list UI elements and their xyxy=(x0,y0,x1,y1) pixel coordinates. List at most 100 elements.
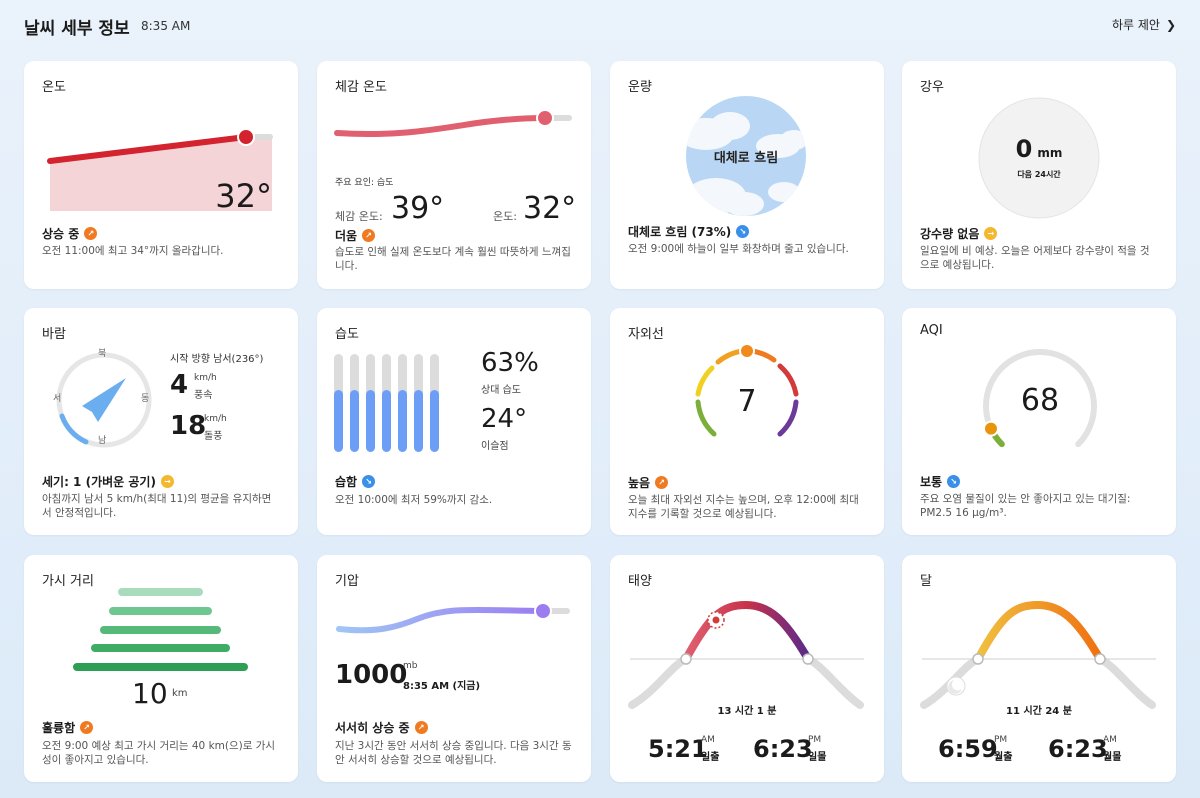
wind-desc: 아침까지 남서 5 km/h(최대 11)의 평균을 유지하면서 안정적입니다. xyxy=(42,493,272,519)
sunset-label: 일몰 xyxy=(808,752,827,763)
moonset-dot xyxy=(1094,653,1106,665)
sunrise-label: 일출 xyxy=(701,752,720,763)
pressure-status: 서서히 상승 중 ↗ xyxy=(335,719,428,736)
trend-up-icon: ↗ xyxy=(80,721,94,734)
moon-arc-graph xyxy=(920,600,1156,709)
visibility-bars xyxy=(73,588,248,671)
pressure-card[interactable]: 기압 1000 mb 8:35 AM (지금) 서서히 상승 중 ↗ 지난 3시간… xyxy=(317,555,591,782)
status-label: 높음 xyxy=(628,476,651,490)
pressure-value: 1000 xyxy=(335,660,408,690)
chevron-right-icon: ❯ xyxy=(1165,18,1176,32)
card-title: 바람 xyxy=(42,327,66,342)
pressure-current-dot xyxy=(534,602,552,620)
sunrise-time: 5:21 xyxy=(648,735,708,763)
trend-down-icon: ↘ xyxy=(947,475,961,488)
cloud-desc: 오전 9:00에 하늘이 일부 화창하며 줄고 있습니다. xyxy=(628,243,849,255)
uv-value: 7 xyxy=(737,384,757,419)
header: 날씨 세부 정보 8:35 AM 하루 제안 ❯ xyxy=(24,14,1176,40)
actual-temp-value: 32° xyxy=(523,191,577,226)
visibility-value: 10 xyxy=(132,677,168,710)
uv-status: 높음 ↗ xyxy=(628,474,669,491)
sun-day-curve xyxy=(682,600,812,663)
compass-south: 남 xyxy=(98,436,107,446)
rain-card[interactable]: 강우 0 mm 다음 24시간 강수량 없음 → 일요일에 비 예상. 오늘은 어… xyxy=(902,61,1176,289)
sunrise-ampm: AM xyxy=(701,735,715,745)
feels-like-current-dot xyxy=(536,109,554,127)
sunrise-dot xyxy=(680,653,692,665)
status-label: 습함 xyxy=(335,475,358,489)
moonset-ampm: AM xyxy=(1103,735,1117,745)
visibility-desc: 오전 9:00 예상 최고 가시 거리는 40 km(으)로 가시성이 좋아지고… xyxy=(42,740,276,766)
visibility-unit: km xyxy=(172,688,188,699)
main-factor: 주요 요인: 습도 xyxy=(335,178,394,188)
uv-desc: 오늘 최대 자외선 지수는 높으며, 오후 12:00에 최대 지수를 기록할 … xyxy=(628,494,859,520)
wind-speed: 4 xyxy=(170,370,189,400)
daily-suggestion-link[interactable]: 하루 제안 ❯ xyxy=(1112,16,1176,33)
trend-up-icon: ↗ xyxy=(414,721,428,734)
feels-like-card[interactable]: 체감 온도 주요 요인: 습도 체감 온도: 39° 온도: 32° 더움 ↗ 습… xyxy=(317,61,591,289)
sun-arc-graph xyxy=(628,600,864,709)
trend-up-icon: ↗ xyxy=(362,229,376,242)
temperature-card[interactable]: 온도 32° 상승 중 ↗ 오전 11:00에 최고 34°까지 올라갑니다. xyxy=(24,61,298,289)
trend-flat-icon: → xyxy=(984,227,998,240)
relative-humidity: 63% xyxy=(481,348,539,378)
dew-point-label: 이슬점 xyxy=(481,441,509,452)
compass-west: 서 xyxy=(53,394,62,404)
compass-north: 북 xyxy=(98,349,107,359)
trend-up-icon: ↗ xyxy=(655,476,669,489)
sun-card[interactable]: 태양 13 시간 1 분 5:21 AM 일출 6:23 PM 일몰 xyxy=(610,555,884,782)
wind-gust: 18 xyxy=(170,411,207,441)
wind-arc xyxy=(59,413,89,445)
status-label: 세기: 1 (가벼운 공기) xyxy=(42,475,156,489)
rain-amount-group: 0 mm xyxy=(978,135,1100,163)
relative-humidity-label: 상대 습도 xyxy=(481,385,521,396)
pressure-time: 8:35 AM (지금) xyxy=(403,681,481,692)
moonrise-ampm: PM xyxy=(994,735,1008,745)
wind-card[interactable]: 바람 북 동 남 서 시작 방향 남서(236°) 4 km/h 풍속 18 k… xyxy=(24,308,298,535)
daily-suggestion-label: 하루 제안 xyxy=(1111,18,1160,32)
status-label: 훌륭함 xyxy=(42,721,76,735)
card-title: 운량 xyxy=(628,80,652,95)
wind-direction: 시작 방향 남서(236°) xyxy=(170,354,264,365)
pressure-desc: 지난 3시간 동안 서서히 상승 중입니다. 다음 3시간 동안 서서히 상승할… xyxy=(335,740,572,766)
aqi-card[interactable]: AQI 68 보통 ↘ 주요 오염 물질이 있는 안 좋아지고 있는 대기질: P… xyxy=(902,308,1176,535)
feels-like-line xyxy=(334,115,548,138)
feels-value: 39° xyxy=(391,191,445,226)
wind-gust-unit: km/h xyxy=(204,414,227,424)
aqi-current-dot xyxy=(982,420,999,437)
status-label: 서서히 상승 중 xyxy=(335,721,410,735)
moonrise-label: 월출 xyxy=(994,752,1013,763)
status-label: 상승 중 xyxy=(42,227,80,241)
wind-speed-label: 풍속 xyxy=(194,390,213,401)
visibility-card[interactable]: 가시 거리 10 km 훌륭함 ↗ 오전 9:00 예상 최고 가시 거리는 40… xyxy=(24,555,298,782)
temperature-current-dot xyxy=(237,128,255,146)
moonrise-time: 6:59 xyxy=(938,735,998,763)
humidity-card[interactable]: 습도 63% 상대 습도 24° 이슬점 습함 ↘ 오전 10:00에 최저 59… xyxy=(317,308,591,535)
cloud-cover-card[interactable]: 운량 대체로 흐림 대체로 흐림 (73%) ↘ 오전 9:00에 하늘이 일부 … xyxy=(610,61,884,289)
card-title: 자외선 xyxy=(628,327,664,342)
aqi-value: 68 xyxy=(1020,383,1060,418)
compass-east: 동 xyxy=(141,394,150,404)
card-title: 강우 xyxy=(920,80,944,95)
cloud-center-text: 대체로 흐림 xyxy=(713,151,779,166)
uv-card[interactable]: 자외선 7 높음 ↗ 오늘 최대 자외선 지수는 높으며, 오후 12:00에 최… xyxy=(610,308,884,535)
sunset-time: 6:23 xyxy=(753,735,813,763)
wind-speed-unit: km/h xyxy=(194,373,217,383)
feels-label: 체감 온도: xyxy=(335,210,383,223)
pressure-graph xyxy=(336,602,570,634)
temperature-desc: 오전 11:00에 최고 34°까지 올라갑니다. xyxy=(42,245,224,257)
feels-like-desc: 습도로 인해 실제 온도보다 계속 훨씬 따뜻하게 느껴집니다. xyxy=(335,246,571,272)
humidity-bars xyxy=(334,354,439,452)
rain-status: 강수량 없음 → xyxy=(920,225,998,242)
moon-card[interactable]: 달 11 시간 24 분 6:59 PM 월출 6:23 AM 월몰 xyxy=(902,555,1176,782)
moonset-label: 월몰 xyxy=(1103,752,1122,763)
trend-down-icon: ↘ xyxy=(362,475,376,488)
dew-point: 24° xyxy=(481,404,528,434)
pressure-line xyxy=(336,606,546,634)
status-label: 보통 xyxy=(920,475,943,489)
wind-arrow-icon xyxy=(82,378,126,422)
aqi-status: 보통 ↘ xyxy=(920,473,961,490)
current-time: 8:35 AM xyxy=(141,19,191,33)
temperature-value: 32° xyxy=(215,177,272,215)
temperature-status: 상승 중 ↗ xyxy=(42,225,98,242)
